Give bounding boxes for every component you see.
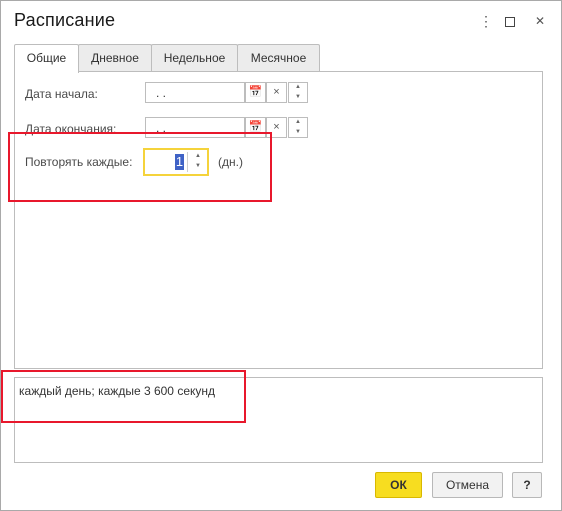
start-date-calendar-icon[interactable]: 📅 xyxy=(245,82,266,103)
start-date-stepper[interactable]: ▲ ▼ xyxy=(288,82,308,103)
start-date-field[interactable]: . . xyxy=(145,82,245,103)
close-icon[interactable]: ✕ xyxy=(529,9,551,33)
tab-daily[interactable]: Дневное xyxy=(78,44,152,71)
highlight-box-summary xyxy=(1,370,246,423)
spin-down-icon[interactable]: ▼ xyxy=(289,93,307,102)
more-options-icon[interactable]: ⋮ xyxy=(475,9,497,33)
tab-general[interactable]: Общие xyxy=(14,44,79,73)
spin-up-icon[interactable]: ▲ xyxy=(289,83,307,92)
dialog-title: Расписание xyxy=(14,10,116,30)
start-date-clear-icon[interactable]: × xyxy=(266,82,287,103)
tab-weekly[interactable]: Недельное xyxy=(151,44,238,71)
spin-down-icon[interactable]: ▼ xyxy=(289,128,307,137)
general-tab-panel: Дата начала: . . 📅 × ▲ ▼ Дата окончания:… xyxy=(14,71,543,369)
help-button[interactable]: ? xyxy=(512,472,542,498)
spin-up-icon[interactable]: ▲ xyxy=(289,118,307,127)
tab-monthly[interactable]: Месячное xyxy=(237,44,320,71)
maximize-icon[interactable] xyxy=(499,9,521,33)
start-date-value: . . xyxy=(156,86,167,100)
highlight-box-repeat xyxy=(8,132,272,202)
end-date-stepper[interactable]: ▲ ▼ xyxy=(288,117,308,138)
schedule-dialog: Расписание ⋮ ✕ Общие Дневное Недельное М… xyxy=(0,0,562,511)
cancel-button[interactable]: Отмена xyxy=(432,472,503,498)
start-date-label: Дата начала: xyxy=(25,87,98,101)
ok-button[interactable]: ОК xyxy=(375,472,422,498)
